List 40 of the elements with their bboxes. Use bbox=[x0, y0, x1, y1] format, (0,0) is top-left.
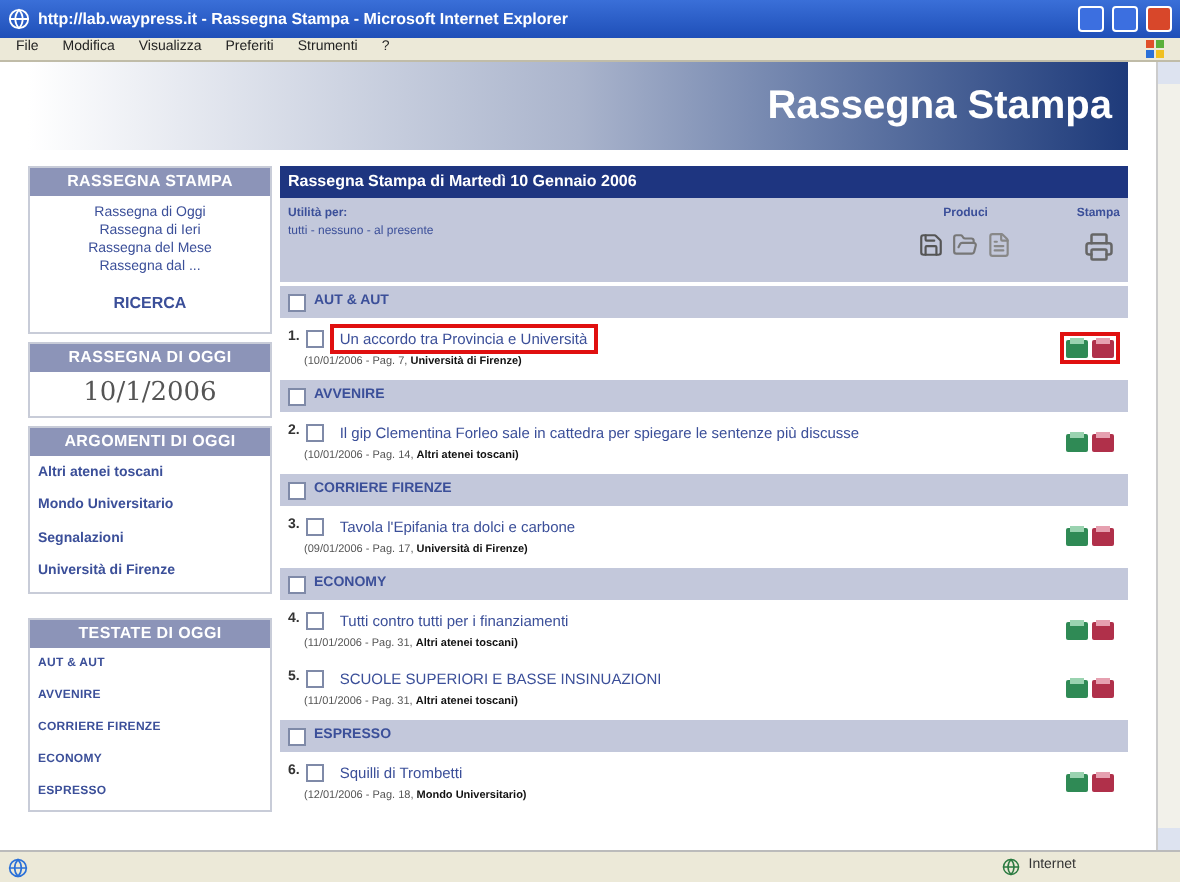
sidebar-box-title: TESTATE DI OGGI bbox=[30, 619, 270, 647]
document-icon[interactable] bbox=[1092, 619, 1114, 639]
sidebar-box-title: RASSEGNA DI OGGI bbox=[30, 344, 270, 372]
checkbox[interactable] bbox=[288, 387, 306, 405]
checkbox[interactable] bbox=[288, 575, 306, 593]
document-icon[interactable] bbox=[1092, 337, 1114, 357]
close-button[interactable] bbox=[1146, 6, 1172, 32]
document-icon[interactable] bbox=[1066, 431, 1088, 451]
document-icon[interactable] bbox=[1066, 337, 1088, 357]
document-icon[interactable] bbox=[1092, 677, 1114, 697]
checkbox[interactable] bbox=[305, 611, 324, 630]
checkbox[interactable] bbox=[305, 669, 324, 688]
browser-icon bbox=[8, 8, 30, 30]
checkbox[interactable] bbox=[305, 423, 324, 442]
globe-icon bbox=[1002, 858, 1021, 876]
document-icon[interactable] bbox=[1066, 771, 1088, 791]
page-icon bbox=[8, 857, 28, 877]
window-title: http://lab.waypress.it - Rassegna Stampa - Microsoft Internet Explorer bbox=[38, 7, 570, 31]
document-icon[interactable] bbox=[1092, 771, 1114, 791]
document-icon[interactable] bbox=[1092, 525, 1114, 545]
date-text: 10/1/2006 bbox=[81, 376, 219, 412]
banner-title: Rassegna Stampa bbox=[767, 82, 1112, 132]
folder-icon[interactable] bbox=[952, 232, 979, 258]
sidebar-box-title: RASSEGNA STAMPA bbox=[30, 168, 270, 196]
checkbox[interactable] bbox=[288, 293, 306, 311]
search-link[interactable]: RICERCA bbox=[113, 292, 187, 316]
checkbox[interactable] bbox=[288, 727, 306, 745]
checkbox[interactable] bbox=[305, 329, 324, 348]
save-icon[interactable] bbox=[918, 232, 945, 258]
checkbox[interactable] bbox=[305, 763, 324, 782]
sidebar-box-title: ARGOMENTI DI OGGI bbox=[30, 427, 270, 455]
document-icon[interactable] bbox=[1066, 525, 1088, 545]
main-title: Rassegna Stampa di Martedì 10 Gennaio 2006 bbox=[280, 166, 1128, 198]
checkbox[interactable] bbox=[288, 481, 306, 499]
windows-logo-icon bbox=[1146, 40, 1164, 58]
document-icon[interactable] bbox=[1066, 677, 1088, 697]
print-icon[interactable] bbox=[1083, 232, 1114, 262]
checkbox[interactable] bbox=[305, 517, 324, 536]
document-icon[interactable] bbox=[1092, 431, 1114, 451]
document-icon[interactable] bbox=[1066, 619, 1088, 639]
